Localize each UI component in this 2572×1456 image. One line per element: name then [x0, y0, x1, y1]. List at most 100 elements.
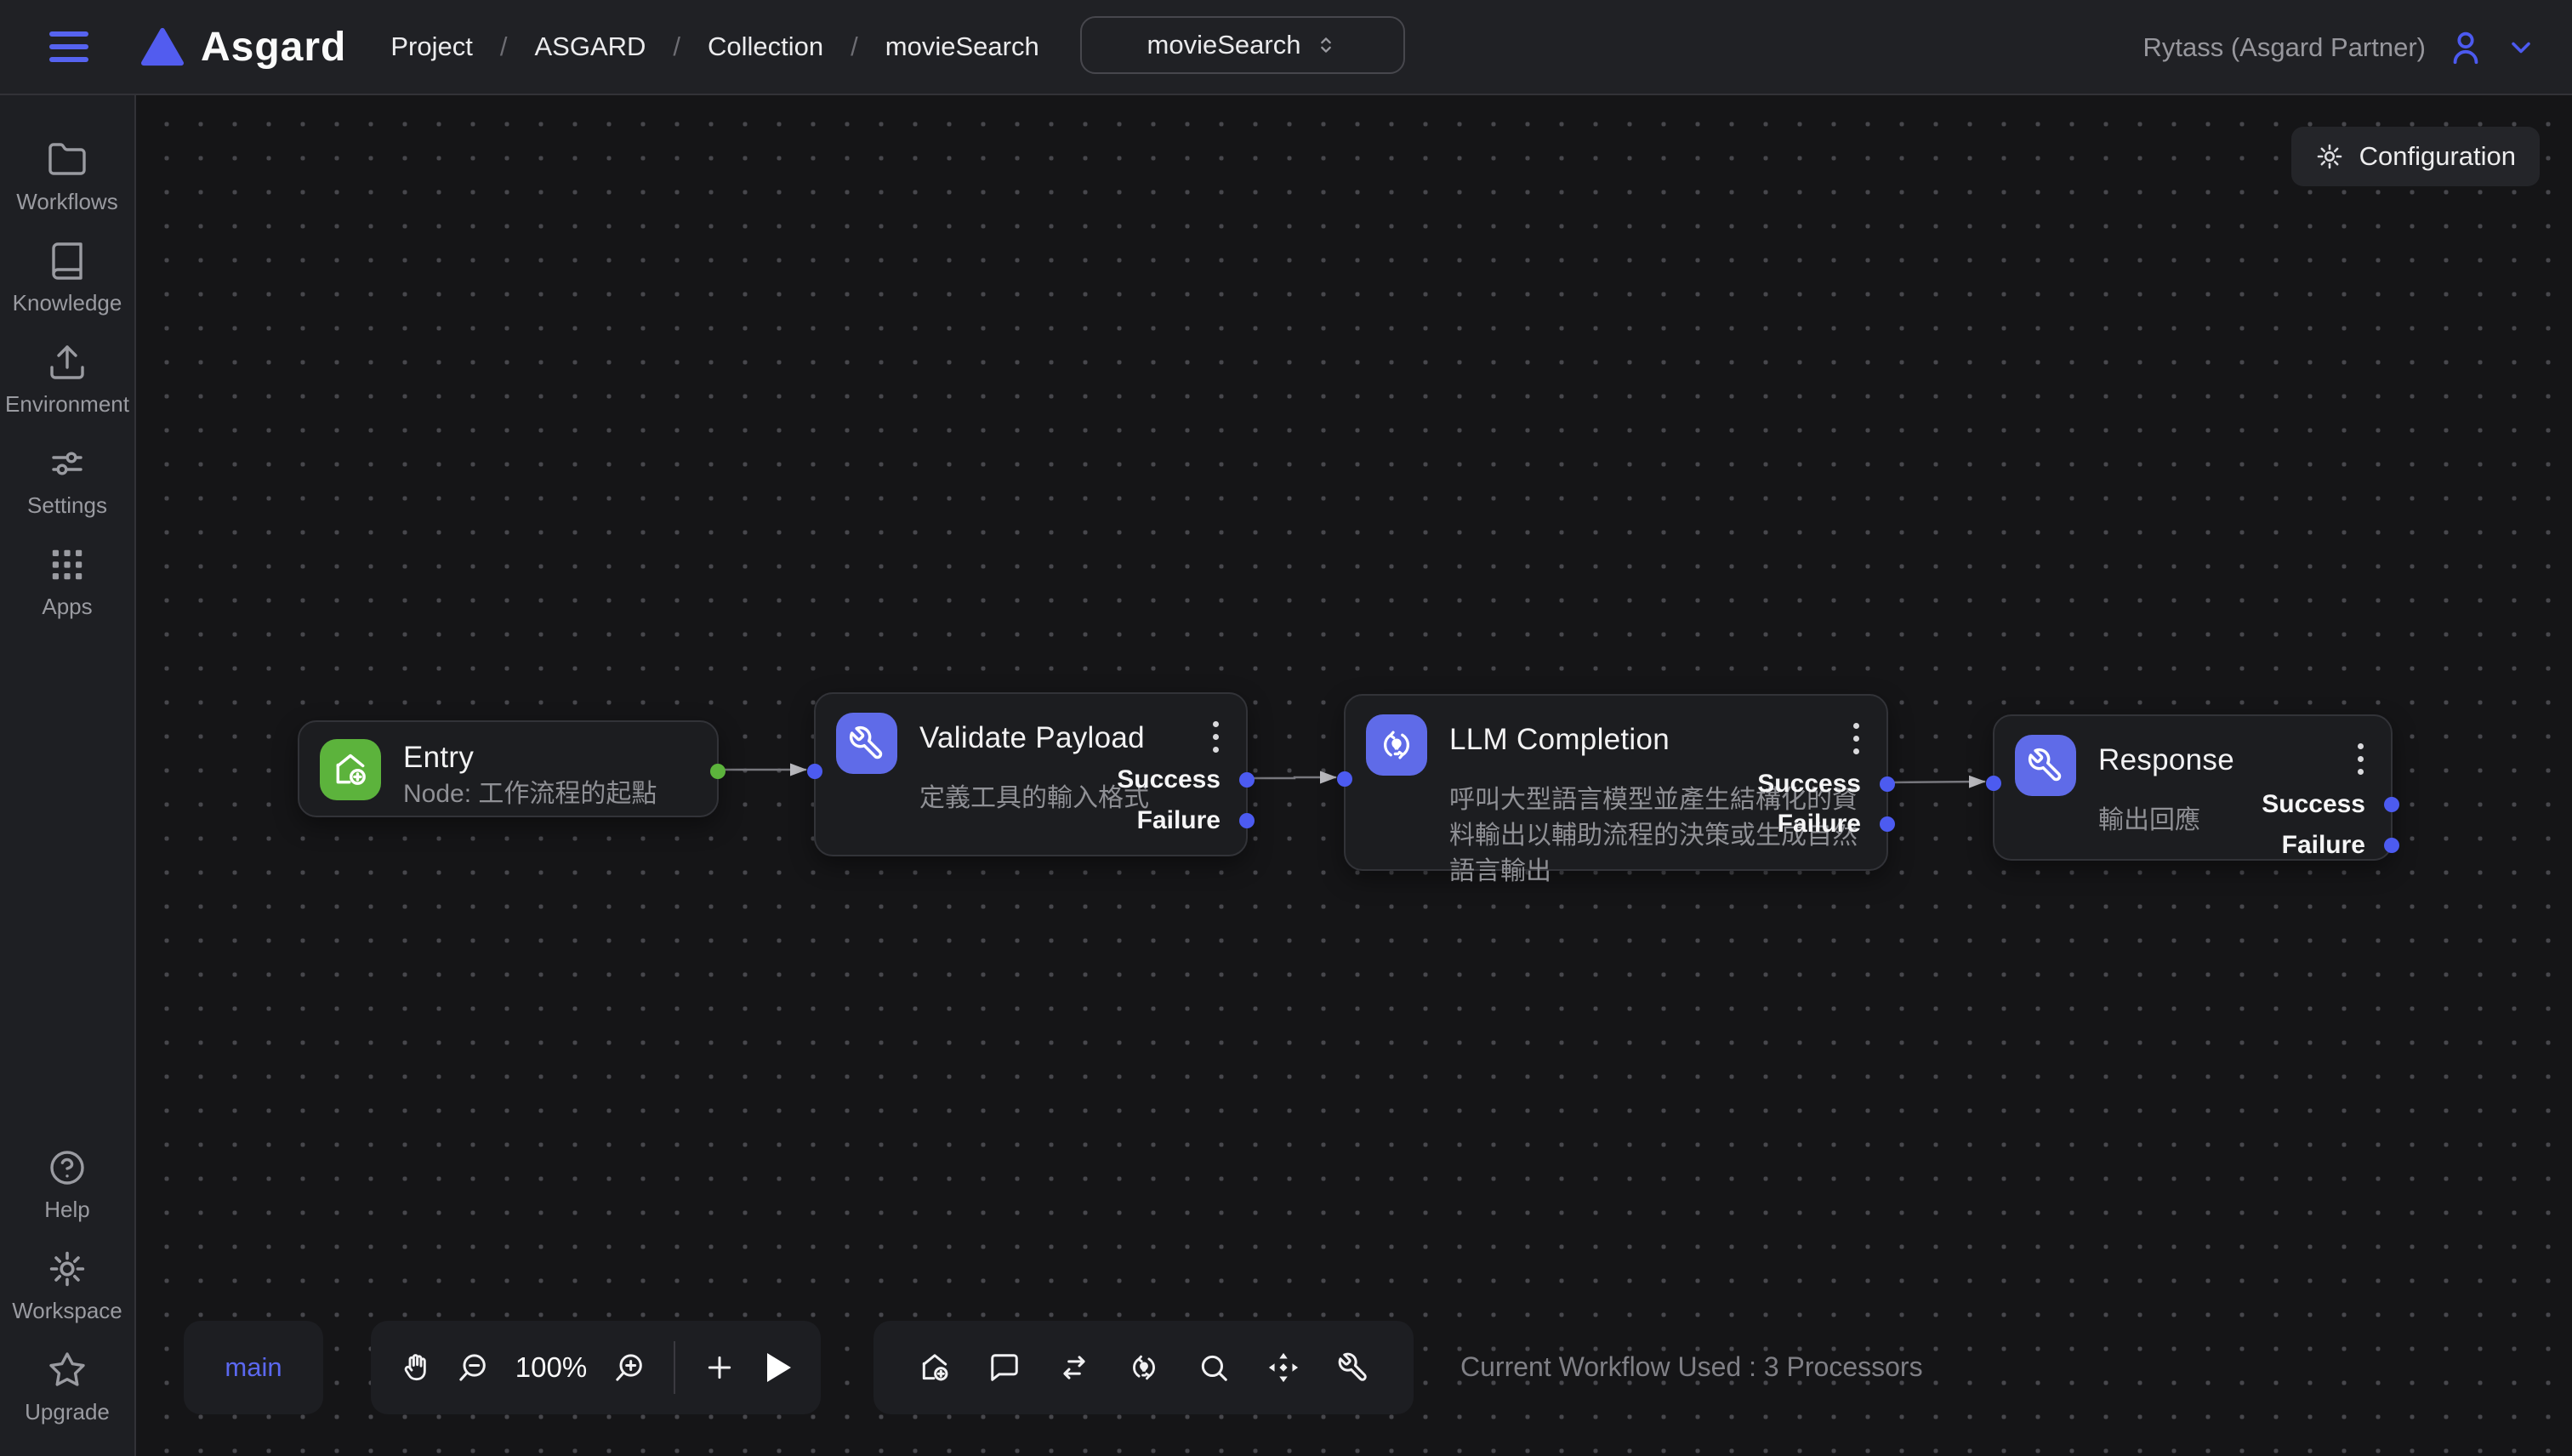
- star-icon: [47, 1350, 88, 1391]
- llm-cycle-icon[interactable]: [1128, 1351, 1160, 1384]
- port-response-failure[interactable]: [2384, 838, 2399, 853]
- gear-icon: [47, 1248, 88, 1289]
- node-title: Response: [2098, 743, 2234, 777]
- edge-validate-llm: [1248, 777, 1336, 778]
- node-response[interactable]: Response 輸出回應 Success Failure: [1993, 714, 2393, 861]
- canvas-controls-toolbar: 100%: [371, 1321, 821, 1414]
- port-llm-failure[interactable]: [1880, 816, 1895, 832]
- brand-logo[interactable]: Asgard: [141, 24, 346, 71]
- sidebar-item-environment[interactable]: Environment: [0, 342, 134, 418]
- port-response-in[interactable]: [1986, 776, 2001, 791]
- sidebar-item-settings[interactable]: Settings: [0, 443, 134, 519]
- plus-icon[interactable]: [703, 1351, 737, 1385]
- breadcrumb-moviesearch[interactable]: movieSearch: [885, 31, 1039, 62]
- sidebar-item-workspace[interactable]: Workspace: [0, 1248, 134, 1324]
- user-menu[interactable]: Rytass (Asgard Partner): [2143, 0, 2537, 95]
- workflow-selector-value: movieSearch: [1147, 30, 1301, 60]
- port-response-success[interactable]: [2384, 797, 2399, 812]
- breadcrumb-separator: /: [673, 31, 680, 62]
- node-title: Entry: [403, 741, 657, 775]
- port-label-failure: Failure: [2282, 830, 2365, 861]
- node-llm-completion[interactable]: LLM Completion 呼叫大型語言模型並產生結構化的資料輸出以輔助流程的…: [1344, 694, 1888, 871]
- breadcrumb-asgard[interactable]: ASGARD: [534, 31, 646, 62]
- node-title: Validate Payload: [919, 721, 1145, 755]
- port-label-success: Success: [1117, 765, 1221, 795]
- port-validate-success[interactable]: [1239, 772, 1255, 788]
- user-icon: [2446, 28, 2485, 67]
- port-entry-out[interactable]: [710, 764, 726, 779]
- swap-arrows-icon[interactable]: [1058, 1351, 1090, 1384]
- port-label-success: Success: [1757, 769, 1861, 799]
- configuration-label: Configuration: [2359, 141, 2516, 172]
- search-icon[interactable]: [1198, 1351, 1230, 1384]
- play-icon[interactable]: [767, 1353, 791, 1382]
- comment-icon[interactable]: [988, 1351, 1021, 1384]
- node-validate-payload[interactable]: Validate Payload 定義工具的輸入格式 Success Failu…: [814, 692, 1248, 856]
- toolbar-divider: [674, 1341, 675, 1394]
- grid-icon: [47, 544, 88, 585]
- help-circle-icon: [47, 1147, 88, 1188]
- zoom-level: 100%: [512, 1351, 590, 1384]
- port-label-failure: Failure: [1137, 805, 1221, 836]
- sidebar-item-label: Workflows: [16, 189, 117, 215]
- upload-icon: [47, 342, 88, 383]
- breadcrumb-separator: /: [851, 31, 858, 62]
- sidebar-item-apps[interactable]: Apps: [0, 544, 134, 620]
- port-llm-success[interactable]: [1880, 776, 1895, 792]
- branch-label: main: [225, 1352, 282, 1383]
- menu-icon[interactable]: [49, 31, 88, 62]
- gear-icon: [2315, 142, 2344, 171]
- sidebar-item-label: Settings: [27, 492, 107, 519]
- chevron-down-icon: [2506, 32, 2536, 63]
- home-plus-icon[interactable]: [919, 1351, 951, 1384]
- configuration-button[interactable]: Configuration: [2291, 127, 2540, 186]
- llm-cycle-icon: [1366, 714, 1427, 776]
- port-validate-failure[interactable]: [1239, 813, 1255, 828]
- sidebar-item-label: Environment: [5, 391, 129, 418]
- brand-name: Asgard: [201, 24, 346, 71]
- node-menu-icon[interactable]: [1850, 719, 1863, 758]
- node-menu-icon[interactable]: [1209, 718, 1222, 756]
- sidebar-item-help[interactable]: Help: [0, 1147, 134, 1223]
- node-subtitle: Node: 工作流程的起點: [403, 776, 657, 812]
- move-icon[interactable]: [1267, 1351, 1300, 1384]
- folder-icon: [47, 139, 88, 180]
- zoom-out-icon[interactable]: [456, 1351, 490, 1385]
- port-llm-in[interactable]: [1337, 771, 1352, 787]
- breadcrumb-separator: /: [500, 31, 508, 62]
- chevrons-up-down-icon: [1314, 33, 1338, 57]
- wrench-icon[interactable]: [1337, 1351, 1369, 1384]
- workflow-status: Current Workflow Used : 3 Processors: [1460, 1351, 1923, 1383]
- port-label-success: Success: [2262, 789, 2365, 820]
- wrench-icon: [836, 713, 897, 774]
- breadcrumb-collection[interactable]: Collection: [708, 31, 823, 62]
- port-validate-in[interactable]: [807, 764, 822, 779]
- user-name: Rytass (Asgard Partner): [2143, 32, 2427, 63]
- breadcrumb-project[interactable]: Project: [390, 31, 472, 62]
- hand-icon[interactable]: [400, 1351, 434, 1385]
- home-plus-icon: [320, 739, 381, 800]
- node-tools-toolbar: [873, 1321, 1414, 1414]
- sidebar-item-label: Knowledge: [13, 290, 122, 316]
- branch-button[interactable]: main: [184, 1321, 323, 1414]
- wrench-icon: [2015, 735, 2076, 796]
- zoom-in-icon[interactable]: [612, 1351, 646, 1385]
- sidebar-item-label: Apps: [42, 594, 92, 620]
- triangle-logo-icon: [141, 27, 184, 66]
- sliders-icon: [47, 443, 88, 484]
- node-title: LLM Completion: [1449, 723, 1670, 757]
- top-bar: Asgard Project / ASGARD / Collection / m…: [0, 0, 2572, 95]
- breadcrumb: Project / ASGARD / Collection / movieSea…: [390, 31, 1038, 62]
- sidebar-item-label: Workspace: [12, 1298, 122, 1324]
- workflow-canvas[interactable]: Configuration Entry Node: 工作流程的起點 Valida…: [138, 97, 2572, 1456]
- book-icon: [47, 241, 88, 282]
- sidebar-item-workflows[interactable]: Workflows: [0, 139, 134, 215]
- node-menu-icon[interactable]: [2354, 740, 2367, 778]
- node-entry[interactable]: Entry Node: 工作流程的起點: [298, 720, 719, 817]
- sidebar-item-label: Help: [44, 1197, 89, 1223]
- sidebar: Workflows Knowledge Environment Settings…: [0, 95, 136, 1456]
- sidebar-item-upgrade[interactable]: Upgrade: [0, 1350, 134, 1425]
- port-label-failure: Failure: [1778, 809, 1861, 839]
- workflow-selector[interactable]: movieSearch: [1080, 16, 1405, 74]
- sidebar-item-knowledge[interactable]: Knowledge: [0, 241, 134, 316]
